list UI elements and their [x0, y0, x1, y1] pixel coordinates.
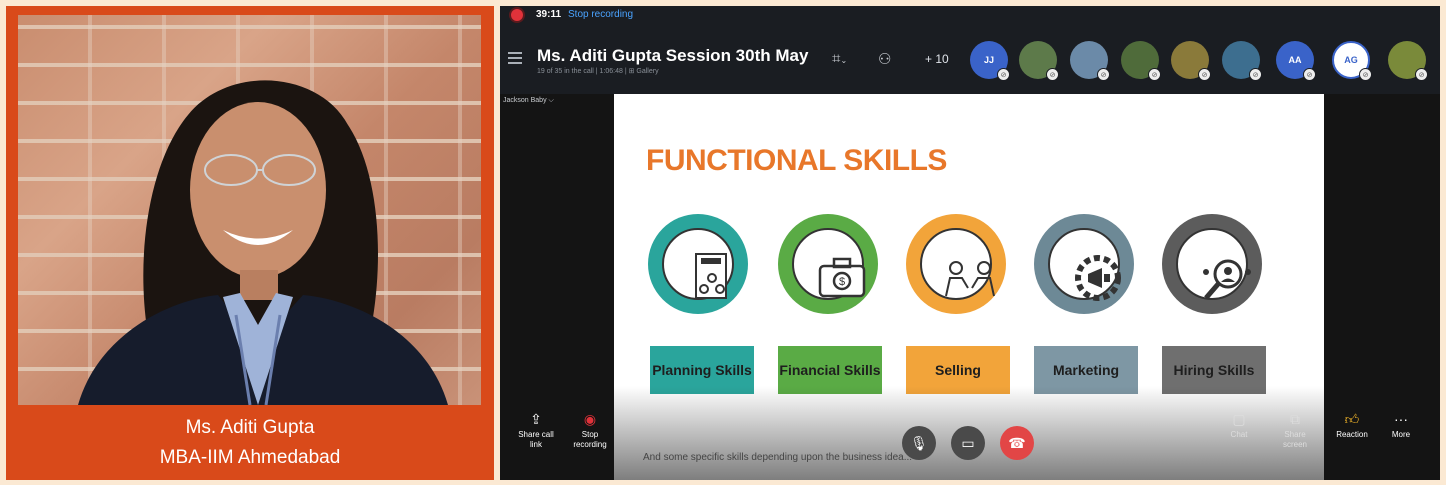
- call-status: 19 of 35 in the call | 1:06:48 | ⊞ Galle…: [537, 68, 659, 75]
- speaker-photo: [18, 15, 481, 405]
- participant-avatar[interactable]: AA ⊘: [1276, 41, 1316, 81]
- share-screen-icon: ⧉: [1290, 411, 1300, 427]
- mic-muted-icon: ⊘: [1249, 68, 1262, 81]
- page-frame: Ms. Aditi Gupta MBA-IIM Ahmedabad 39:11 …: [0, 0, 1446, 485]
- mic-muted-icon: ⊘: [1198, 68, 1211, 81]
- skill-circle: $: [778, 214, 878, 314]
- participant-avatar[interactable]: JJ ⊘: [970, 41, 1010, 81]
- skill-circle: [1162, 214, 1262, 314]
- participant-avatar[interactable]: ⊘: [1019, 41, 1059, 81]
- share-call-link-button[interactable]: ⇪ Share call link: [516, 411, 556, 450]
- more-button[interactable]: ··· More: [1384, 411, 1418, 440]
- skill-circle: [648, 214, 748, 314]
- mic-muted-icon: ⊘: [1097, 68, 1110, 81]
- camera-off-icon: ▭: [961, 434, 975, 451]
- svg-text:$: $: [839, 276, 845, 288]
- phone-hangup-icon: ☎: [1008, 434, 1026, 451]
- stop-recording-link[interactable]: Stop recording: [568, 9, 633, 20]
- video-call-window: 39:11 Stop recording Ms. Aditi Gupta Ses…: [500, 6, 1440, 480]
- active-view-selector[interactable]: Jackson Baby ⌵: [503, 97, 554, 105]
- share-screen-button[interactable]: ⧉ Share screen: [1278, 411, 1312, 450]
- call-header: 39:11 Stop recording Ms. Aditi Gupta Ses…: [500, 6, 1440, 94]
- participant-avatar[interactable]: AG ⊘: [1332, 41, 1372, 81]
- thumbs-up-icon: 👍︎: [1344, 411, 1360, 427]
- share-icon: ⇪: [530, 411, 542, 427]
- add-participant-icon[interactable]: ⚇: [878, 50, 891, 68]
- layout-switch-icon[interactable]: ⌗⌄: [832, 50, 847, 67]
- chat-icon: ▢: [1232, 411, 1246, 427]
- live-caption: And some specific skills depending upon …: [643, 452, 913, 463]
- stop-recording-button[interactable]: ◉ Stop recording: [570, 411, 610, 450]
- recording-indicator-icon: [511, 9, 523, 21]
- mic-off-icon: 🎙︎: [910, 434, 928, 451]
- participant-avatar[interactable]: ⊘: [1121, 41, 1161, 81]
- call-title: Ms. Aditi Gupta Session 30th May: [537, 46, 809, 65]
- speaker-card: Ms. Aditi Gupta MBA-IIM Ahmedabad: [6, 6, 494, 480]
- speaker-name: Ms. Aditi Gupta: [185, 417, 315, 438]
- hamburger-menu-icon[interactable]: [508, 52, 522, 64]
- mic-muted-icon: ⊘: [1359, 68, 1372, 81]
- skill-circle: [906, 214, 1006, 314]
- slide-title: FUNCTIONAL SKILLS: [646, 144, 947, 177]
- reaction-button[interactable]: 👍︎ Reaction: [1330, 411, 1374, 440]
- skill-circle: [1034, 214, 1134, 314]
- participant-avatar[interactable]: ⊘: [1388, 41, 1428, 81]
- mute-mic-button[interactable]: 🎙︎: [902, 426, 936, 460]
- mic-muted-icon: ⊘: [997, 68, 1010, 81]
- more-dots-icon: ···: [1394, 411, 1408, 427]
- mic-muted-icon: ⊘: [1148, 68, 1161, 81]
- speaker-degree: MBA-IIM Ahmedabad: [159, 447, 341, 468]
- more-participants-count[interactable]: + 10: [925, 52, 949, 66]
- video-off-button[interactable]: ▭: [951, 426, 985, 460]
- mic-muted-icon: ⊘: [1303, 68, 1316, 81]
- mic-muted-icon: ⊘: [1415, 68, 1428, 81]
- chat-button[interactable]: ▢ Chat: [1222, 411, 1256, 440]
- participant-avatar[interactable]: ⊘: [1222, 41, 1262, 81]
- participant-avatar[interactable]: ⊘: [1171, 41, 1211, 81]
- record-icon: ◉: [583, 411, 597, 427]
- recording-timer: 39:11: [536, 9, 562, 20]
- participant-avatar[interactable]: ⊘: [1070, 41, 1110, 81]
- mic-muted-icon: ⊘: [1046, 68, 1059, 81]
- hang-up-button[interactable]: ☎: [1000, 426, 1034, 460]
